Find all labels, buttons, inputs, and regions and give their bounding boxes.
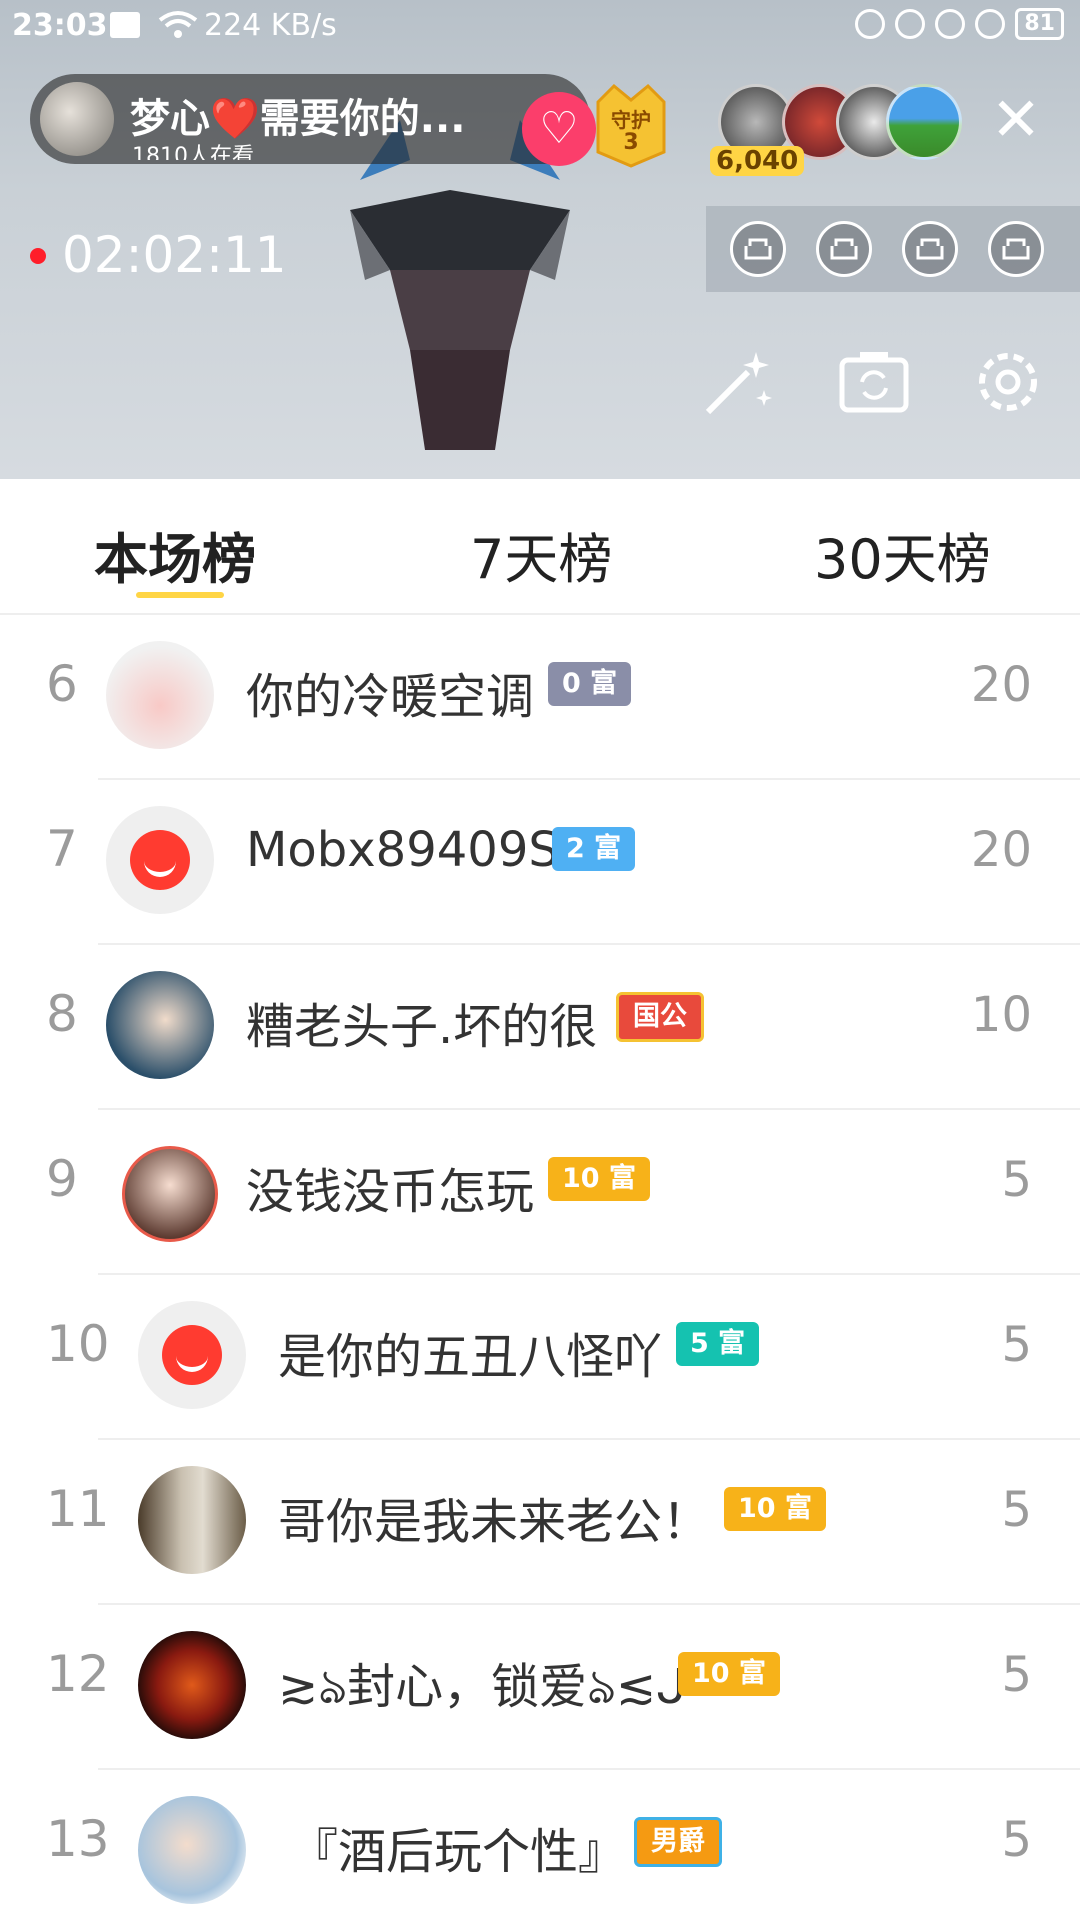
wealth-badge: 10 富	[548, 1157, 650, 1201]
wealth-badge: 10 富	[678, 1652, 780, 1696]
wealth-badge: 0 富	[548, 662, 632, 706]
score-value: 5	[1001, 1812, 1032, 1868]
sim-icon	[110, 12, 140, 38]
list-item[interactable]: 8 糟老头子.坏的很 国公 10	[0, 945, 1080, 1110]
status-bar: 23:03 224 KB/s 81	[0, 0, 1080, 52]
alarm-icon	[935, 9, 966, 39]
tab-7-days[interactable]: 7天榜	[470, 515, 612, 594]
wifi-icon	[158, 10, 198, 48]
rank-number: 10	[46, 1315, 110, 1373]
viewer-count-badge: 6,040	[710, 146, 805, 176]
headphones-icon	[975, 9, 1006, 39]
lock-icon	[895, 9, 926, 39]
user-avatar[interactable]	[122, 1146, 218, 1242]
title-badge: 男爵	[634, 1817, 722, 1867]
user-name: 是你的五丑八怪吖	[278, 1329, 663, 1385]
host-info-pill[interactable]: 梦心❤️需要你的... 1810人在看	[30, 74, 590, 164]
score-value: 20	[970, 822, 1032, 878]
rank-number: 7	[46, 820, 78, 878]
wealth-badge: 10 富	[724, 1487, 826, 1531]
tab-this-session[interactable]: 本场榜	[94, 515, 256, 594]
score-value: 5	[1001, 1647, 1032, 1703]
close-icon[interactable]: ✕	[988, 90, 1044, 150]
wealth-badge: 5 富	[676, 1322, 760, 1366]
kwai-logo-icon	[130, 830, 190, 890]
user-avatar[interactable]	[138, 1631, 246, 1739]
live-video[interactable]: 23:03 224 KB/s 81 梦心❤️需要你的... 1810人在看 ♡ …	[0, 0, 1080, 479]
list-item[interactable]: 6 你的冷暖空调 0 富 20	[0, 615, 1080, 780]
list-item[interactable]: 13 『酒后玩个性』 男爵 5	[0, 1770, 1080, 1920]
settings-gear-icon[interactable]	[968, 342, 1048, 422]
score-value: 5	[1001, 1317, 1032, 1373]
user-name: 哥你是我未来老公！	[278, 1494, 711, 1550]
ranking-tabs: 本场榜 7天榜 30天榜	[0, 479, 1080, 615]
tab-30-days[interactable]: 30天榜	[814, 515, 991, 594]
guard-count: 3	[623, 130, 639, 155]
status-time: 23:03	[12, 8, 108, 43]
battery-icon: 81	[1015, 8, 1064, 40]
score-value: 5	[1001, 1152, 1032, 1208]
camera-switch-icon[interactable]	[834, 342, 914, 422]
sofa-seat-icon[interactable]	[816, 221, 872, 277]
user-avatar[interactable]	[138, 1466, 246, 1574]
active-tab-indicator	[136, 592, 224, 598]
magic-wand-icon[interactable]	[698, 342, 778, 422]
host-avatar[interactable]	[40, 82, 114, 156]
net-speed: 224 KB/s	[204, 8, 337, 43]
live-timer: 02:02:11	[62, 226, 287, 284]
user-avatar[interactable]	[106, 806, 214, 914]
wealth-badge: 2 富	[552, 827, 636, 871]
rank-number: 8	[46, 985, 78, 1043]
list-item[interactable]: 9 没钱没币怎玩 10 富 5	[0, 1110, 1080, 1275]
seat-bar	[706, 206, 1080, 292]
score-value: 20	[970, 657, 1032, 713]
sofa-seat-icon[interactable]	[730, 221, 786, 277]
user-name: 糟老头子.坏的很	[246, 999, 598, 1055]
user-name: 没钱没币怎玩	[246, 1164, 535, 1220]
status-icons: 81	[855, 8, 1064, 40]
user-name: 『酒后玩个性』	[290, 1824, 627, 1880]
list-item[interactable]: 12 ≳ঌ封心，锁爱ঌ≲ᒍ 10 富 5	[0, 1605, 1080, 1770]
live-room-screen: 23:03 224 KB/s 81 梦心❤️需要你的... 1810人在看 ♡ …	[0, 0, 1080, 1920]
kwai-logo-icon	[162, 1325, 222, 1385]
deer-head-decoration	[350, 120, 570, 450]
user-avatar[interactable]	[138, 1301, 246, 1409]
user-avatar[interactable]	[106, 641, 214, 749]
live-dot	[30, 248, 46, 264]
rank-number: 11	[46, 1480, 110, 1538]
sofa-seat-icon[interactable]	[902, 221, 958, 277]
score-value: 5	[1001, 1482, 1032, 1538]
user-name: 你的冷暖空调	[246, 669, 535, 725]
rank-number: 12	[46, 1645, 110, 1703]
title-badge: 国公	[616, 992, 704, 1042]
notification-off-icon	[855, 9, 886, 39]
follow-heart-button[interactable]: ♡	[522, 92, 596, 166]
rank-number: 6	[46, 655, 78, 713]
user-avatar[interactable]	[138, 1796, 246, 1904]
host-viewers-count: 1810人在看	[132, 144, 254, 160]
list-item[interactable]: 10 是你的五丑八怪吖 5 富 5	[0, 1275, 1080, 1440]
score-value: 10	[970, 987, 1032, 1043]
rank-number: 9	[46, 1150, 78, 1208]
list-item[interactable]: 11 哥你是我未来老公！ 10 富 5	[0, 1440, 1080, 1605]
list-item[interactable]: 7 Mobx89409S 2 富 20	[0, 780, 1080, 945]
user-name: Mobx89409S	[246, 822, 559, 878]
sofa-seat-icon[interactable]	[988, 221, 1044, 277]
host-name: 梦心❤️需要你的...	[130, 96, 466, 142]
user-avatar[interactable]	[106, 971, 214, 1079]
guard-label: 守护	[611, 108, 651, 132]
viewer-avatar[interactable]	[886, 84, 962, 160]
rank-number: 13	[46, 1810, 110, 1868]
user-name: ≳ঌ封心，锁爱ঌ≲ᒍ	[278, 1659, 687, 1715]
